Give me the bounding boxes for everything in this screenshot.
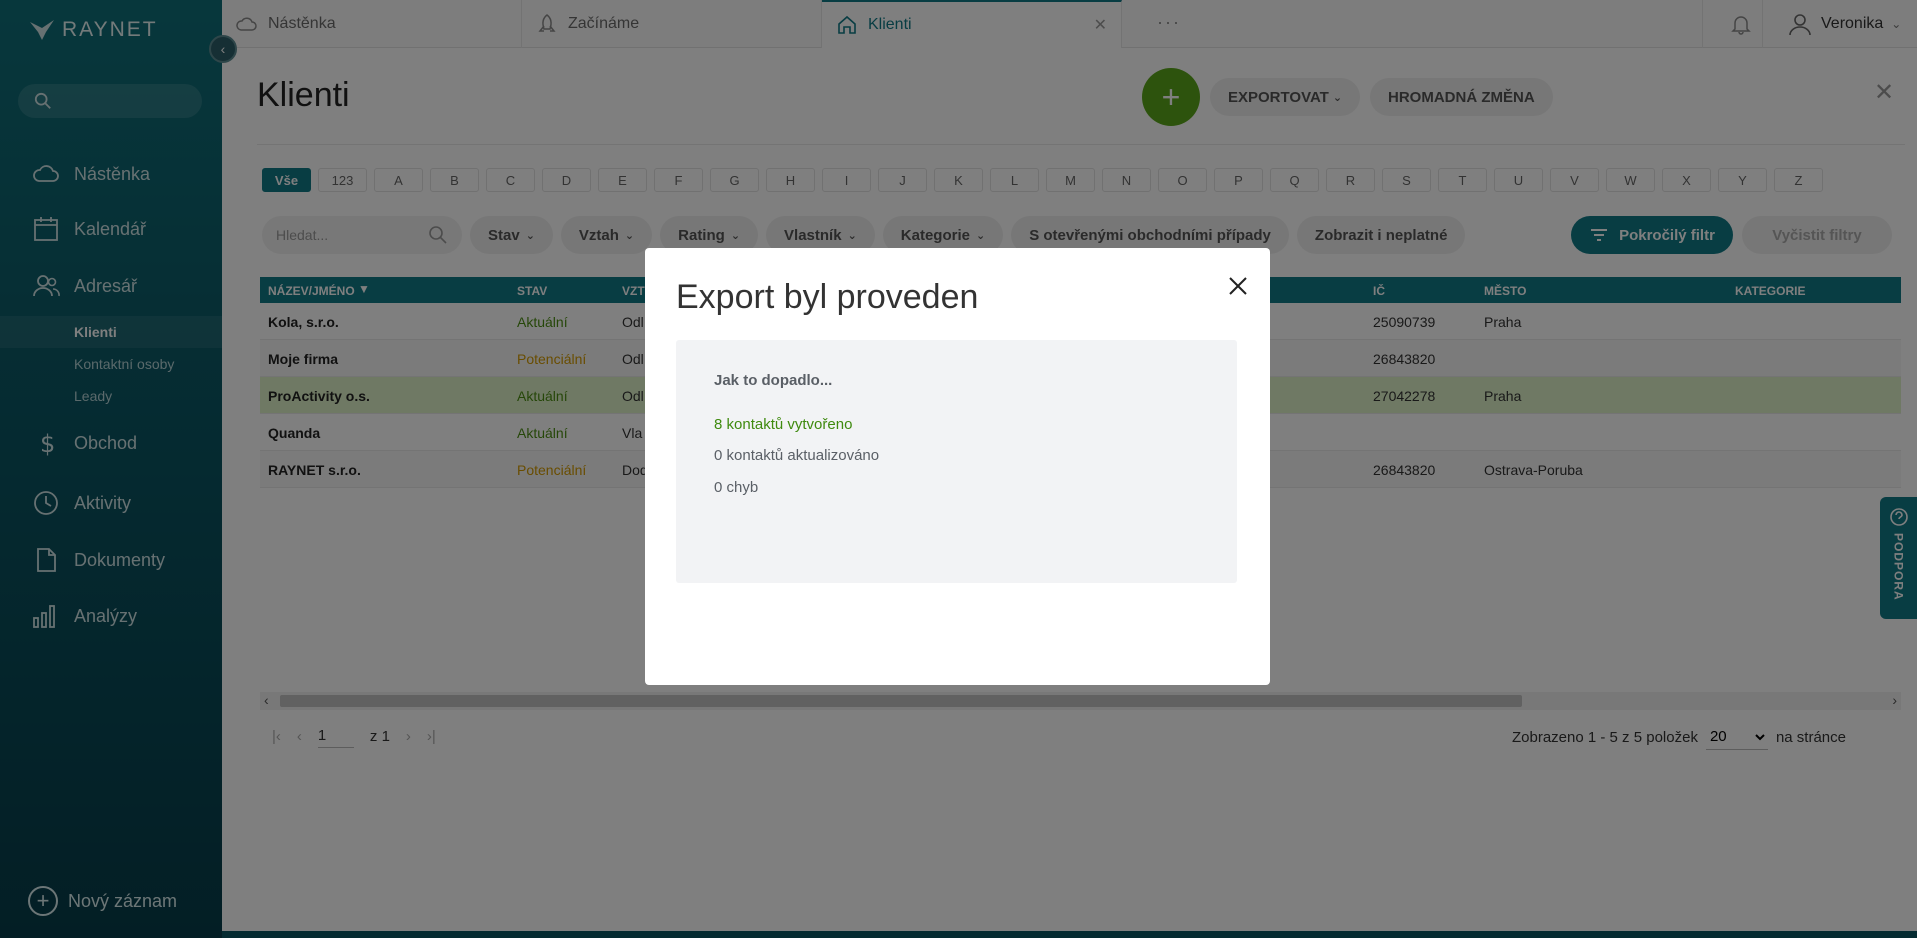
result-updated: 0 kontaktů aktualizováno — [714, 447, 880, 464]
result-errors: 0 chyb — [714, 479, 759, 496]
close-icon — [1229, 277, 1247, 295]
dialog-close-button[interactable] — [1220, 268, 1256, 304]
export-result-dialog: Export byl proveden Jak to dopadlo... 8 … — [645, 248, 1270, 685]
result-created: 8 kontaktů vytvořeno — [714, 416, 853, 433]
export-result-box: Jak to dopadlo... 8 kontaktů vytvořeno 0… — [676, 340, 1237, 583]
dialog-title: Export byl proveden — [676, 278, 979, 316]
result-heading: Jak to dopadlo... — [714, 372, 833, 389]
